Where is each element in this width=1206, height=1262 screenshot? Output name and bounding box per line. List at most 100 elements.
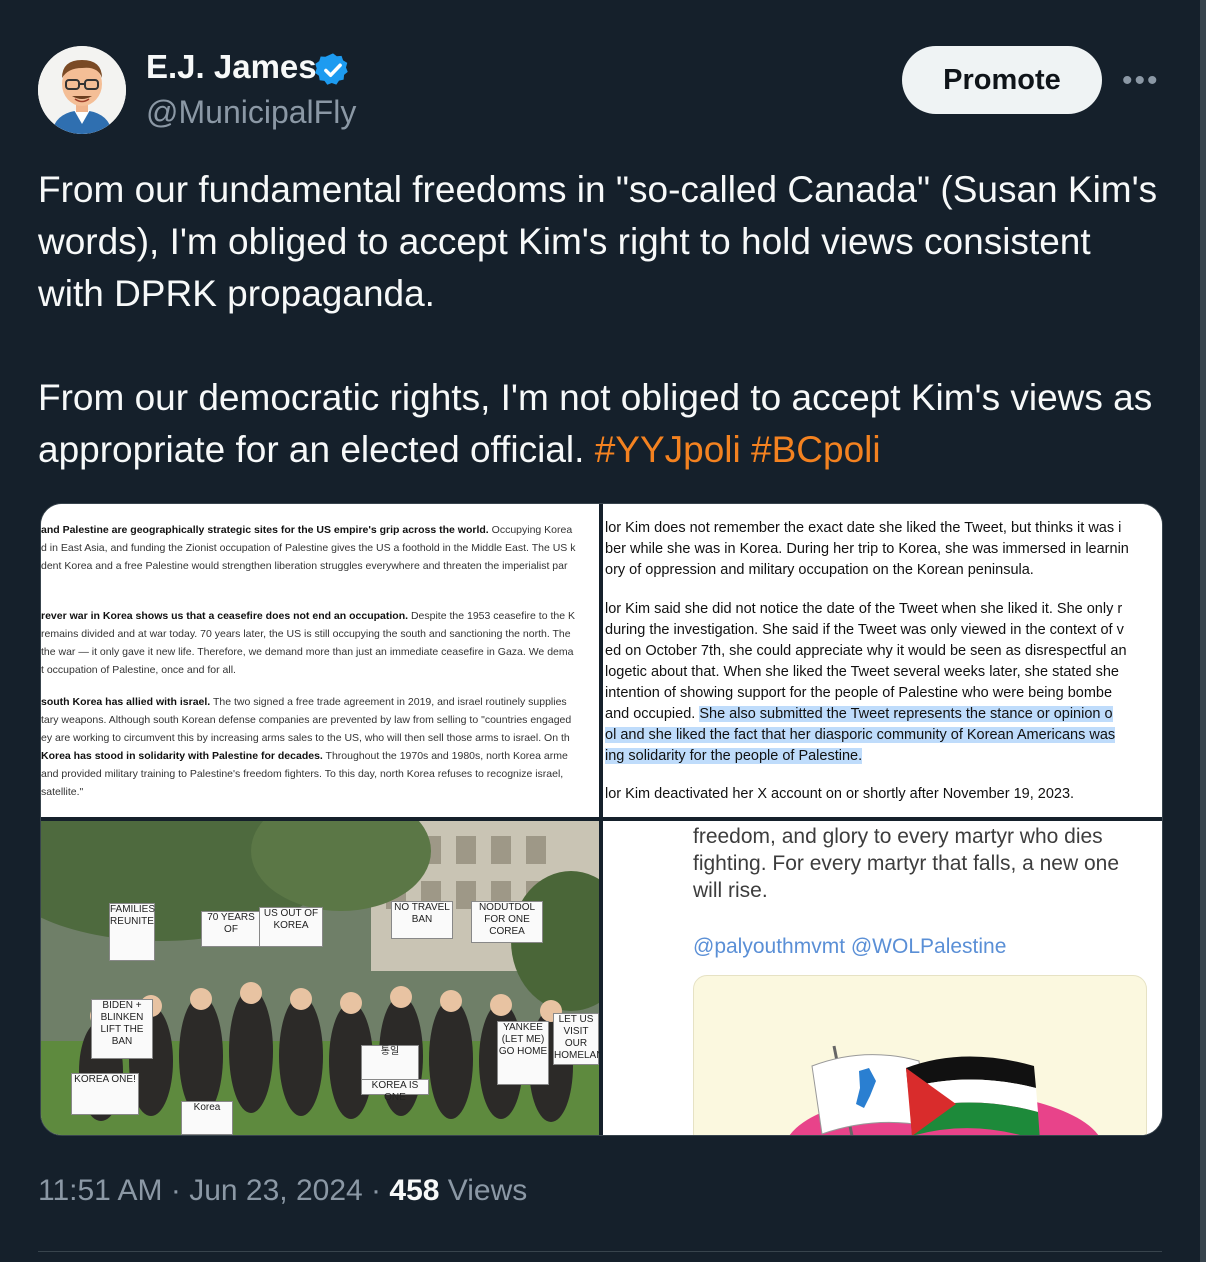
protest-sign: Korea [181,1101,233,1135]
report-line-highlight: She also submitted the Tweet represents … [699,706,1113,722]
document-line: the war — it only gave it new life. Ther… [41,646,573,658]
author-avatar[interactable] [38,46,126,134]
report-line: ber while she was in Korea. During her t… [605,541,1129,557]
author-display-name[interactable]: E.J. James [146,48,317,86]
protest-sign: NODUTDOL FOR ONE COREA [471,901,543,943]
report-line: lor Kim said she did not notice the date… [605,601,1122,617]
author-handle[interactable]: @MunicipalFly [146,94,356,131]
protest-sign: FAMILIES REUNITE [109,903,155,961]
window-border [1200,0,1206,1262]
document-line-text: remains divided and at war today. 70 yea… [41,628,571,640]
tweet-body: From our fundamental freedoms in "so-cal… [38,164,1158,476]
report-line: ed on October 7th, she could appreciate … [605,643,1127,659]
document-line: satellite." [41,786,83,798]
protest-sign: KOREA IS ONE [361,1079,429,1103]
document-line-text: The two signed a free trade agreement in… [210,696,567,708]
document-line-text: Despite the 1953 ceasefire to the K [408,610,575,622]
views-label: Views [447,1174,528,1207]
quoted-tweet-line: freedom, and glory to every martyr who d… [693,825,1103,848]
report-line-text: logetic about that. When she liked the T… [605,664,1119,680]
document-line: and provided military training to Palest… [41,768,563,780]
protest-sign: US OUT OF KOREA [259,907,323,947]
report-line-text: intention of showing support for the peo… [605,685,1113,701]
document-line-text: Occupying Korea [488,524,573,536]
document-line-bold: rever war in Korea shows us that a cease… [41,610,409,622]
more-options-icon[interactable]: ••• [1122,66,1162,96]
media-document-screenshot[interactable]: and Palestine are geographically strateg… [41,504,599,817]
tweet-paragraph-2: From our democratic rights, I'm not obli… [38,372,1158,476]
document-line-text: d in East Asia, and funding the Zionist … [41,542,576,554]
document-line-text: ey are working to circumvent this by inc… [41,732,570,744]
protest-sign: KOREA ONE! [71,1073,139,1115]
media-grid[interactable]: and Palestine are geographically strateg… [40,503,1163,1136]
document-line: rever war in Korea shows us that a cease… [41,610,575,622]
report-line-text: ory of oppression and military occupatio… [605,562,1034,578]
cartoon-avatar-icon [38,46,126,134]
quoted-image-card [693,975,1147,1135]
hashtag-link[interactable]: #YYJpoli [595,429,741,470]
document-line-text: and provided military training to Palest… [41,768,564,780]
report-line-highlight: ing solidarity for the people of Palesti… [605,748,863,764]
protest-sign: LET US VISIT OUR HOMELAND [553,1013,599,1065]
report-line: ory of oppression and military occupatio… [605,562,1034,578]
document-line-text: the war — it only gave it new life. Ther… [41,646,574,658]
report-line: during the investigation. She said if th… [605,622,1124,638]
meta-separator: · [371,1174,382,1207]
document-line-text: tary weapons. Although south Korean defe… [41,714,572,726]
document-line-text: Throughout the 1970s and 1980s, north Ko… [322,750,568,762]
document-line-bold: south Korea has allied with israel. [41,696,211,708]
document-line: and Palestine are geographically strateg… [41,524,572,536]
document-line: d in East Asia, and funding the Zionist … [41,542,575,554]
document-line: south Korea has allied with israel. The … [41,696,567,708]
media-tweet-screenshot[interactable]: freedom, and glory to every martyr who d… [603,821,1162,1135]
media-divider [41,817,1162,821]
report-line-text: ber while she was in Korea. During her t… [605,541,1129,557]
hashtag-link[interactable]: #BCpoli [751,429,881,470]
document-line-bold: Korea has stood in solidarity with Pales… [41,750,323,762]
report-line-text: and occupied. [605,706,700,722]
document-line-text: satellite." [41,786,84,798]
report-line-text: lor Kim does not remember the exact date… [605,520,1122,536]
document-line: tary weapons. Although south Korean defe… [41,714,571,726]
report-line: lor Kim deactivated her X account on or … [605,786,1074,802]
protest-sign: NO TRAVEL BAN [391,901,453,939]
divider-line [38,1251,1162,1252]
media-report-screenshot[interactable]: lor Kim does not remember the exact date… [603,504,1162,817]
tweet-date[interactable]: Jun 23, 2024 [189,1174,362,1207]
report-line: ing solidarity for the people of Palesti… [605,748,863,764]
views-count: 458 [389,1174,440,1207]
tweet-time[interactable]: 11:51 AM [38,1174,163,1207]
report-line-text: lor Kim deactivated her X account on or … [605,786,1075,802]
quoted-tweet-line: will rise. [693,879,768,902]
document-line: Korea has stood in solidarity with Pales… [41,750,568,762]
meta-separator: · [170,1174,181,1207]
media-protest-photo[interactable]: 70 YEARS OF US OUT OF KOREA NO TRAVEL BAN N… [41,821,599,1135]
quoted-mentions: @palyouthmvmt @WOLPalestine [693,935,1007,958]
flags-illustration-icon [789,1045,1099,1135]
document-line: t occupation of Palestine, once and for … [41,664,236,676]
document-line: ey are working to circumvent this by inc… [41,732,570,744]
protest-sign: BIDEN + BLINKEN LIFT THE BAN [91,999,153,1059]
protest-sign: YANKEE (LET ME) GO HOME [497,1021,549,1085]
promote-button[interactable]: Promote [902,46,1102,114]
tweet-paragraph-1: From our fundamental freedoms in "so-cal… [38,169,1158,314]
protest-sign: 70 YEARS OF [201,911,261,947]
report-line-text: during the investigation. She said if th… [605,622,1124,638]
report-line: lor Kim does not remember the exact date… [605,520,1121,536]
report-line: and occupied. She also submitted the Twe… [605,706,1113,722]
verified-badge-icon [315,53,348,85]
report-line-text: lor Kim said she did not notice the date… [605,601,1123,617]
report-line-text: ed on October 7th, she could appreciate … [605,643,1127,659]
report-line: intention of showing support for the peo… [605,685,1112,701]
document-line-text: t occupation of Palestine, once and for … [41,664,236,676]
report-line-highlight: ol and she liked the fact that her diasp… [605,727,1116,743]
tweet-meta: 11:51 AM · Jun 23, 2024 · 458 Views [38,1174,527,1208]
report-line: ol and she liked the fact that her diasp… [605,727,1116,743]
tweet-header: E.J. James @MunicipalFly Promote ••• [38,46,1168,136]
report-line: logetic about that. When she liked the T… [605,664,1119,680]
document-line: dent Korea and a free Palestine would st… [41,560,567,572]
document-line-text: dent Korea and a free Palestine would st… [41,560,568,572]
document-line-bold: and Palestine are geographically strateg… [41,524,489,536]
document-line: remains divided and at war today. 70 yea… [41,628,571,640]
quoted-tweet-line: fighting. For every martyr that falls, a… [693,852,1120,875]
